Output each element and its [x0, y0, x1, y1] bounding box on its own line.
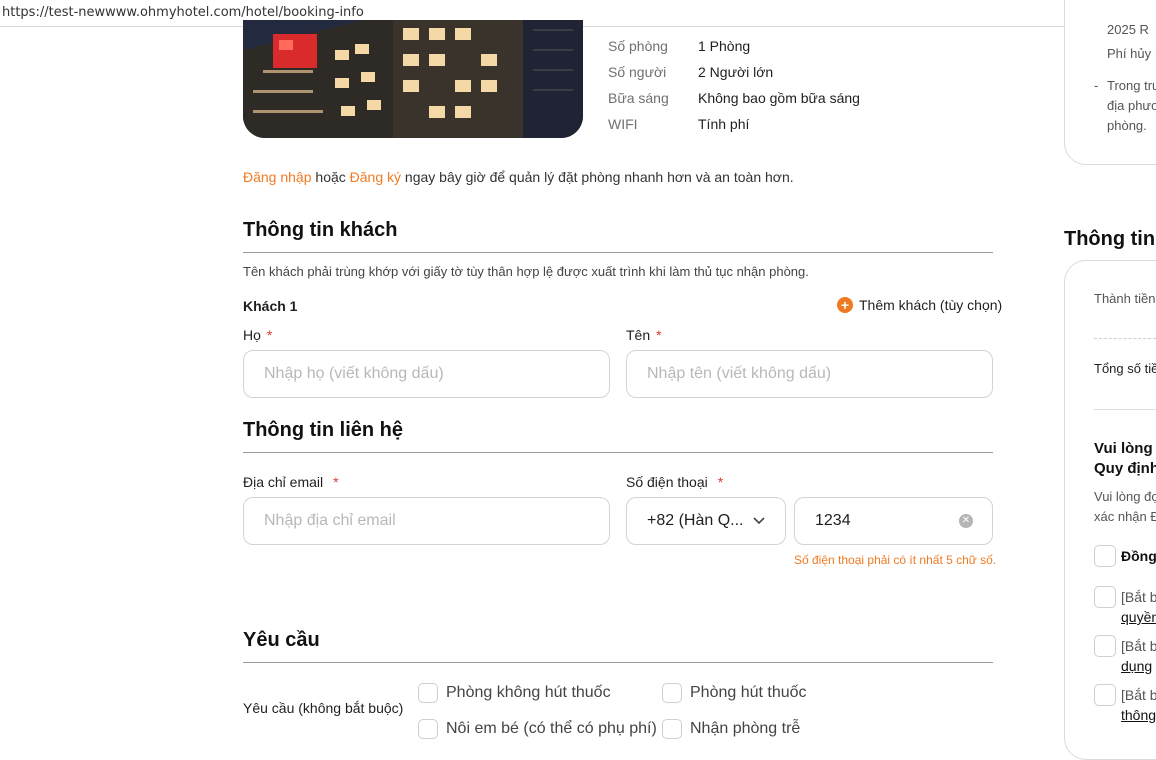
guest-info-note: Tên khách phải trùng khớp với giấy tờ tù… — [243, 264, 809, 279]
login-or-text: hoặc — [311, 169, 350, 185]
request-option-label: Phòng không hút thuốc — [446, 684, 611, 701]
last-name-input[interactable] — [243, 350, 610, 398]
guest-1-label: Khách 1 — [243, 298, 298, 314]
price-info-title: Thông tin t — [1064, 228, 1156, 250]
first-name-label: Tên * — [626, 327, 662, 343]
rooms-label: Số phòng — [608, 38, 668, 54]
guest-info-title: Thông tin khách — [243, 219, 398, 241]
agreement-item-1-line1: [Bắt b — [1121, 589, 1156, 605]
login-link[interactable]: Đăng nhập — [243, 169, 312, 185]
login-prompt: Đăng nhập hoặc Đăng ký ngay bây giờ để q… — [243, 169, 794, 185]
phone-label-text: Số điện thoại — [626, 474, 708, 490]
country-code-select[interactable]: +82 (Hàn Q... — [626, 497, 786, 545]
first-name-label-text: Tên — [626, 327, 651, 343]
checkbox[interactable] — [662, 683, 682, 703]
agreement-item-2-line1: [Bắt b — [1121, 638, 1156, 654]
price-divider — [1094, 338, 1156, 339]
guest-info-divider — [243, 252, 993, 253]
required-mark: * — [656, 327, 662, 343]
chevron-down-icon — [753, 514, 765, 528]
agreement-checkbox-2[interactable] — [1094, 635, 1116, 657]
agreement-item-3-line1: [Bắt b — [1121, 687, 1156, 703]
breakfast-value: Không bao gồm bữa sáng — [698, 90, 860, 106]
agreement-heading-1: Vui lòng l — [1094, 440, 1156, 457]
guests-label: Số người — [608, 64, 667, 80]
agreement-item-2-link[interactable]: dụng — [1121, 658, 1152, 674]
login-rest-text: ngay bây giờ để quản lý đặt phòng nhanh … — [401, 169, 794, 185]
agreement-checkbox-1[interactable] — [1094, 586, 1116, 608]
rooms-value: 1 Phòng — [698, 38, 751, 54]
contact-info-divider — [243, 452, 993, 453]
agreement-item-1-link[interactable]: quyền — [1121, 609, 1156, 625]
email-label: Địa chỉ email * — [243, 474, 339, 490]
last-name-label: Họ * — [243, 327, 272, 343]
wifi-label: WIFI — [608, 116, 638, 132]
hotel-image — [243, 20, 583, 138]
checkbox[interactable] — [662, 719, 682, 739]
agree-all-label: Đồng — [1121, 548, 1156, 564]
agreement-item-3-link[interactable]: thông — [1121, 707, 1156, 723]
agreement-checkbox-3[interactable] — [1094, 684, 1116, 706]
total-label: Tổng số tiề — [1094, 361, 1156, 376]
subtotal-label: Thành tiền — [1094, 291, 1156, 306]
wifi-value: Tính phí — [698, 116, 750, 132]
requests-divider — [243, 662, 993, 663]
register-link[interactable]: Đăng ký — [350, 169, 401, 185]
plus-icon: + — [837, 297, 853, 313]
country-code-value: +82 (Hàn Q... — [647, 512, 744, 529]
phone-field: ✕ — [794, 497, 993, 545]
required-mark: * — [717, 474, 724, 490]
required-mark: * — [333, 474, 339, 490]
clear-icon[interactable]: ✕ — [959, 514, 973, 528]
request-smoking[interactable]: Phòng hút thuốc — [662, 683, 807, 703]
add-guest-label: Thêm khách (tùy chọn) — [859, 297, 1003, 313]
hotel-building-illustration — [243, 20, 583, 138]
agreement-note-1: Vui lòng đọ — [1094, 489, 1156, 504]
phone-label: Số điện thoại * — [626, 474, 723, 490]
agree-all-checkbox[interactable] — [1094, 545, 1116, 567]
request-option-label: Nhận phòng trễ — [690, 720, 801, 737]
policy-date-text: 2025 R — [1107, 22, 1149, 37]
total-divider — [1094, 409, 1156, 410]
requests-title: Yêu cầu — [243, 629, 320, 651]
policy-line-3: phòng. — [1107, 118, 1147, 133]
add-guest-button[interactable]: + Thêm khách (tùy chọn) — [837, 297, 1002, 313]
contact-info-title: Thông tin liên hệ — [243, 419, 403, 441]
request-late-checkin[interactable]: Nhận phòng trễ — [662, 719, 800, 739]
request-option-label: Phòng hút thuốc — [690, 684, 807, 701]
policy-bullet: - — [1094, 78, 1099, 93]
phone-error-message: Số điện thoại phải có ít nhất 5 chữ số. — [794, 553, 997, 567]
email-label-text: Địa chỉ email — [243, 474, 324, 490]
request-baby-cot[interactable]: Nôi em bé (có thể có phụ phí) — [418, 719, 657, 739]
policy-line-2: địa phươ — [1107, 98, 1156, 113]
checkbox[interactable] — [418, 683, 438, 703]
first-name-input[interactable] — [626, 350, 993, 398]
request-option-label: Nôi em bé (có thể có phụ phí) — [446, 720, 657, 737]
agreement-heading-2: Quy định — [1094, 460, 1156, 477]
request-non-smoking[interactable]: Phòng không hút thuốc — [418, 683, 611, 703]
breakfast-label: Bữa sáng — [608, 90, 669, 106]
email-input[interactable] — [243, 497, 610, 545]
guests-value: 2 Người lớn — [698, 64, 774, 80]
policy-line-1: Trong tru — [1107, 78, 1156, 93]
checkbox[interactable] — [418, 719, 438, 739]
required-mark: * — [266, 327, 273, 343]
policy-fee-text: Phí hủy : — [1107, 46, 1156, 61]
last-name-label-text: Họ — [243, 327, 261, 343]
agreement-note-2: xác nhận Đ — [1094, 509, 1156, 524]
requests-label: Yêu cầu (không bắt buộc) — [243, 700, 404, 716]
